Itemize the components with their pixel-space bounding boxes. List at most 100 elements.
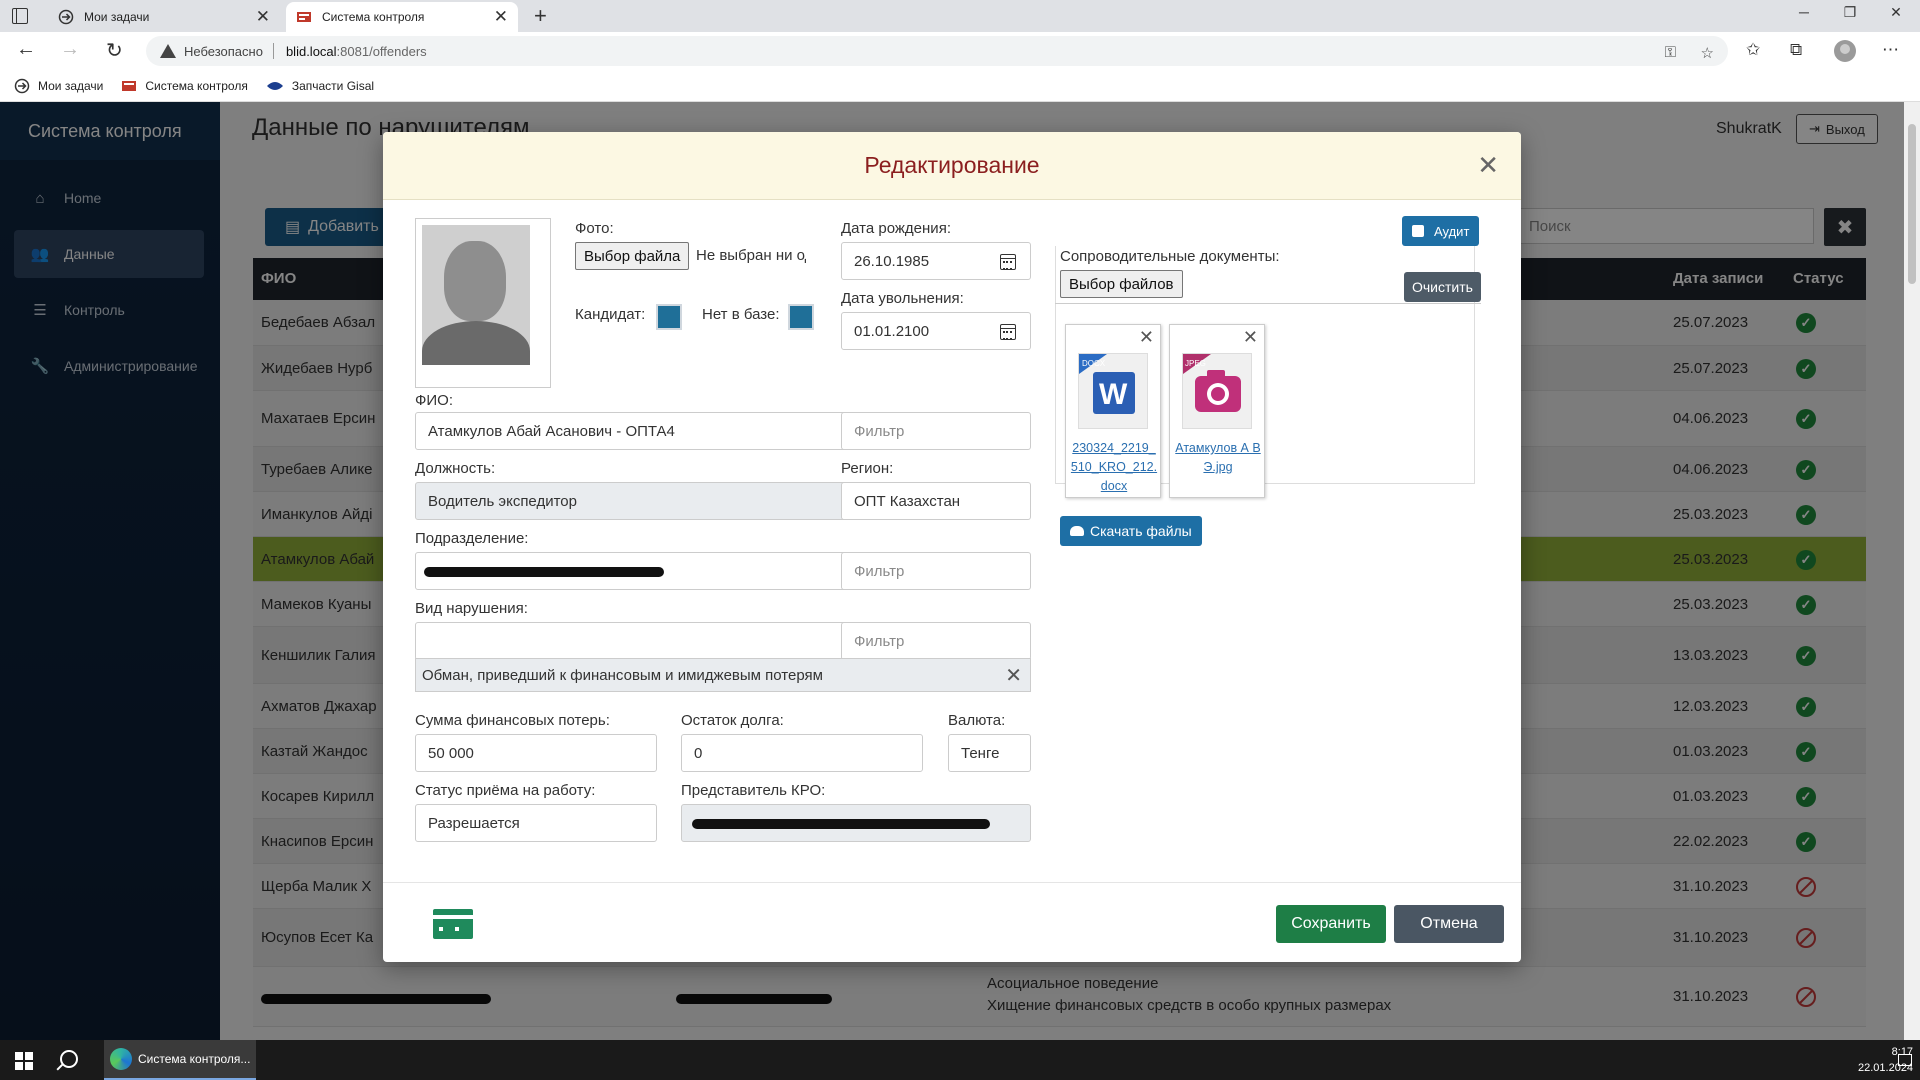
hiring-status-label: Статус приёма на работу: bbox=[415, 782, 596, 799]
back-icon[interactable]: ← bbox=[16, 38, 36, 61]
page-scrollbar[interactable] bbox=[1904, 102, 1920, 1040]
favorites-icon[interactable]: ✩ bbox=[1746, 40, 1760, 60]
file-link[interactable]: Атамкулов А ВЭ.jpg bbox=[1174, 439, 1262, 477]
forward-icon[interactable]: → bbox=[60, 38, 80, 61]
position-label: Должность: bbox=[415, 460, 496, 477]
violation-filter-input[interactable]: Фильтр bbox=[841, 622, 1031, 660]
minimize-icon[interactable]: ─ bbox=[1781, 4, 1827, 20]
dismissal-date-value: 01.01.2100 bbox=[854, 322, 930, 340]
divider bbox=[272, 43, 274, 59]
tab-close-icon[interactable]: ✕ bbox=[494, 7, 508, 27]
tab-close-icon[interactable]: ✕ bbox=[256, 7, 270, 27]
file-type-label: JPEG bbox=[1185, 359, 1206, 368]
division-filter-input[interactable]: Фильтр bbox=[841, 552, 1031, 590]
window-close-icon[interactable]: ✕ bbox=[1873, 4, 1919, 21]
bookmark-my-tasks[interactable]: Мои задачи bbox=[14, 78, 103, 94]
key-icon[interactable]: ⚿ bbox=[1665, 44, 1676, 61]
taskbar-app-label: Система контроля... bbox=[138, 1052, 251, 1066]
address-bar[interactable]: Небезопасно blid.local :8081/offenders ⚿… bbox=[146, 36, 1728, 66]
windows-start-icon[interactable] bbox=[15, 1052, 33, 1070]
bookmark-label: Запчасти Gisal bbox=[291, 78, 375, 93]
bookmark-label: Система контроля bbox=[145, 78, 248, 93]
download-label: Скачать файлы bbox=[1090, 523, 1192, 539]
scrollbar-thumb[interactable] bbox=[1908, 124, 1916, 284]
remove-file-icon[interactable]: ✕ bbox=[1139, 327, 1154, 348]
violation-tag: Обман, приведший к финансовым и имиджевы… bbox=[415, 658, 1031, 692]
modal-title: Редактирование bbox=[864, 152, 1040, 178]
modal-close-icon[interactable]: ✕ bbox=[1477, 150, 1499, 181]
svg-text:W: W bbox=[1099, 378, 1128, 411]
candidate-checkbox[interactable] bbox=[656, 304, 682, 330]
violation-input[interactable] bbox=[415, 622, 849, 660]
save-icon bbox=[1412, 225, 1424, 237]
photo-frame bbox=[415, 218, 551, 388]
new-tab-icon[interactable]: + bbox=[534, 3, 547, 29]
edge-icon bbox=[110, 1048, 132, 1070]
notifications-icon[interactable] bbox=[1898, 1054, 1912, 1066]
restore-icon[interactable]: ❐ bbox=[1827, 4, 1873, 21]
url-path: :8081/offenders bbox=[336, 43, 427, 59]
birth-date-value: 26.10.1985 bbox=[854, 252, 930, 270]
violation-label: Вид нарушения: bbox=[415, 600, 528, 617]
save-button[interactable]: Сохранить bbox=[1276, 905, 1386, 943]
not-in-base-checkbox[interactable] bbox=[788, 304, 814, 330]
birth-date-input[interactable]: 26.10.1985 bbox=[841, 242, 1031, 280]
cancel-button[interactable]: Отмена bbox=[1394, 905, 1504, 943]
choose-files-button[interactable]: Выбор файлов bbox=[1060, 270, 1183, 298]
more-menu-icon[interactable]: ⋯ bbox=[1882, 40, 1899, 60]
calendar-icon[interactable] bbox=[1000, 254, 1016, 270]
bookmark-control-system[interactable]: Система контроля bbox=[121, 78, 248, 94]
image-file-icon[interactable]: JPEG bbox=[1182, 353, 1252, 429]
documents-label: Сопроводительные документы: bbox=[1060, 248, 1280, 265]
not-in-base-label: Нет в базе: bbox=[702, 306, 780, 323]
os-taskbar: Система контроля... 8:17 22.01.2024 bbox=[0, 1040, 1920, 1080]
remove-file-icon[interactable]: ✕ bbox=[1243, 327, 1258, 348]
download-files-button[interactable]: Скачать файлы bbox=[1060, 516, 1202, 546]
candidate-label: Кандидат: bbox=[575, 306, 646, 323]
bookmark-gisal-parts[interactable]: Запчасти Gisal bbox=[266, 79, 374, 93]
fio-filter-input[interactable]: Фильтр bbox=[841, 412, 1031, 450]
region-label: Регион: bbox=[841, 460, 894, 477]
division-input[interactable] bbox=[415, 552, 849, 590]
collections-icon[interactable]: ⧉ bbox=[1790, 40, 1802, 60]
redacted-mark bbox=[424, 567, 664, 577]
fio-input[interactable]: Атамкулов Абай Асанович - ОПТА4 bbox=[415, 412, 849, 450]
profile-avatar[interactable] bbox=[1834, 40, 1856, 62]
no-file-text: Не выбран ни один bbox=[696, 247, 806, 264]
redacted-mark bbox=[692, 819, 990, 829]
insecure-label: Небезопасно bbox=[184, 43, 263, 59]
tab-title: Система контроля bbox=[322, 10, 425, 24]
file-link[interactable]: 230324_2219_510_KRO_212.docx bbox=[1070, 439, 1158, 496]
violation-tag-label: Обман, приведший к финансовым и имиджевы… bbox=[422, 666, 823, 684]
audit-button[interactable]: Аудит bbox=[1402, 216, 1480, 246]
tab-control-system[interactable]: Система контроля ✕ bbox=[286, 2, 518, 32]
choose-photo-button[interactable]: Выбор файла bbox=[575, 242, 690, 270]
position-input[interactable]: Водитель экспедитор bbox=[415, 482, 849, 520]
clear-files-button[interactable]: Очистить bbox=[1404, 272, 1481, 302]
currency-input[interactable]: Тенге bbox=[948, 734, 1031, 772]
word-document-icon[interactable]: DOCX W bbox=[1078, 353, 1148, 429]
file-card-docx: ✕ DOCX W 230324_2219_510_KRO_212.docx bbox=[1065, 324, 1161, 498]
kro-input[interactable] bbox=[681, 804, 1031, 842]
file-card-jpeg: ✕ JPEG Атамкулов А ВЭ.jpg bbox=[1169, 324, 1265, 498]
hiring-status-input[interactable]: Разрешается bbox=[415, 804, 657, 842]
search-icon[interactable] bbox=[60, 1050, 78, 1068]
loss-label: Сумма финансовых потерь: bbox=[415, 712, 610, 729]
taskbar-app-edge[interactable]: Система контроля... bbox=[104, 1040, 256, 1080]
gisal-bookmark-icon bbox=[266, 80, 284, 92]
add-favorite-icon[interactable]: ☆ bbox=[1701, 44, 1714, 62]
control-favicon-icon bbox=[296, 9, 312, 25]
tasks-favicon-icon bbox=[58, 9, 74, 25]
dismissal-date-input[interactable]: 01.01.2100 bbox=[841, 312, 1031, 350]
kro-label: Представитель КРО: bbox=[681, 782, 826, 799]
region-input[interactable]: ОПТ Казахстан bbox=[841, 482, 1031, 520]
tab-my-tasks[interactable]: Мои задачи ✕ bbox=[48, 2, 280, 32]
tab-actions-icon[interactable] bbox=[12, 8, 28, 24]
calendar-icon[interactable] bbox=[1000, 324, 1016, 340]
card-icon bbox=[433, 909, 473, 939]
audit-label: Аудит bbox=[1434, 223, 1470, 239]
reload-icon[interactable]: ↻ bbox=[106, 38, 123, 63]
loss-input[interactable]: 50 000 bbox=[415, 734, 657, 772]
remove-tag-icon[interactable]: ✕ bbox=[1005, 663, 1022, 688]
debt-input[interactable]: 0 bbox=[681, 734, 923, 772]
